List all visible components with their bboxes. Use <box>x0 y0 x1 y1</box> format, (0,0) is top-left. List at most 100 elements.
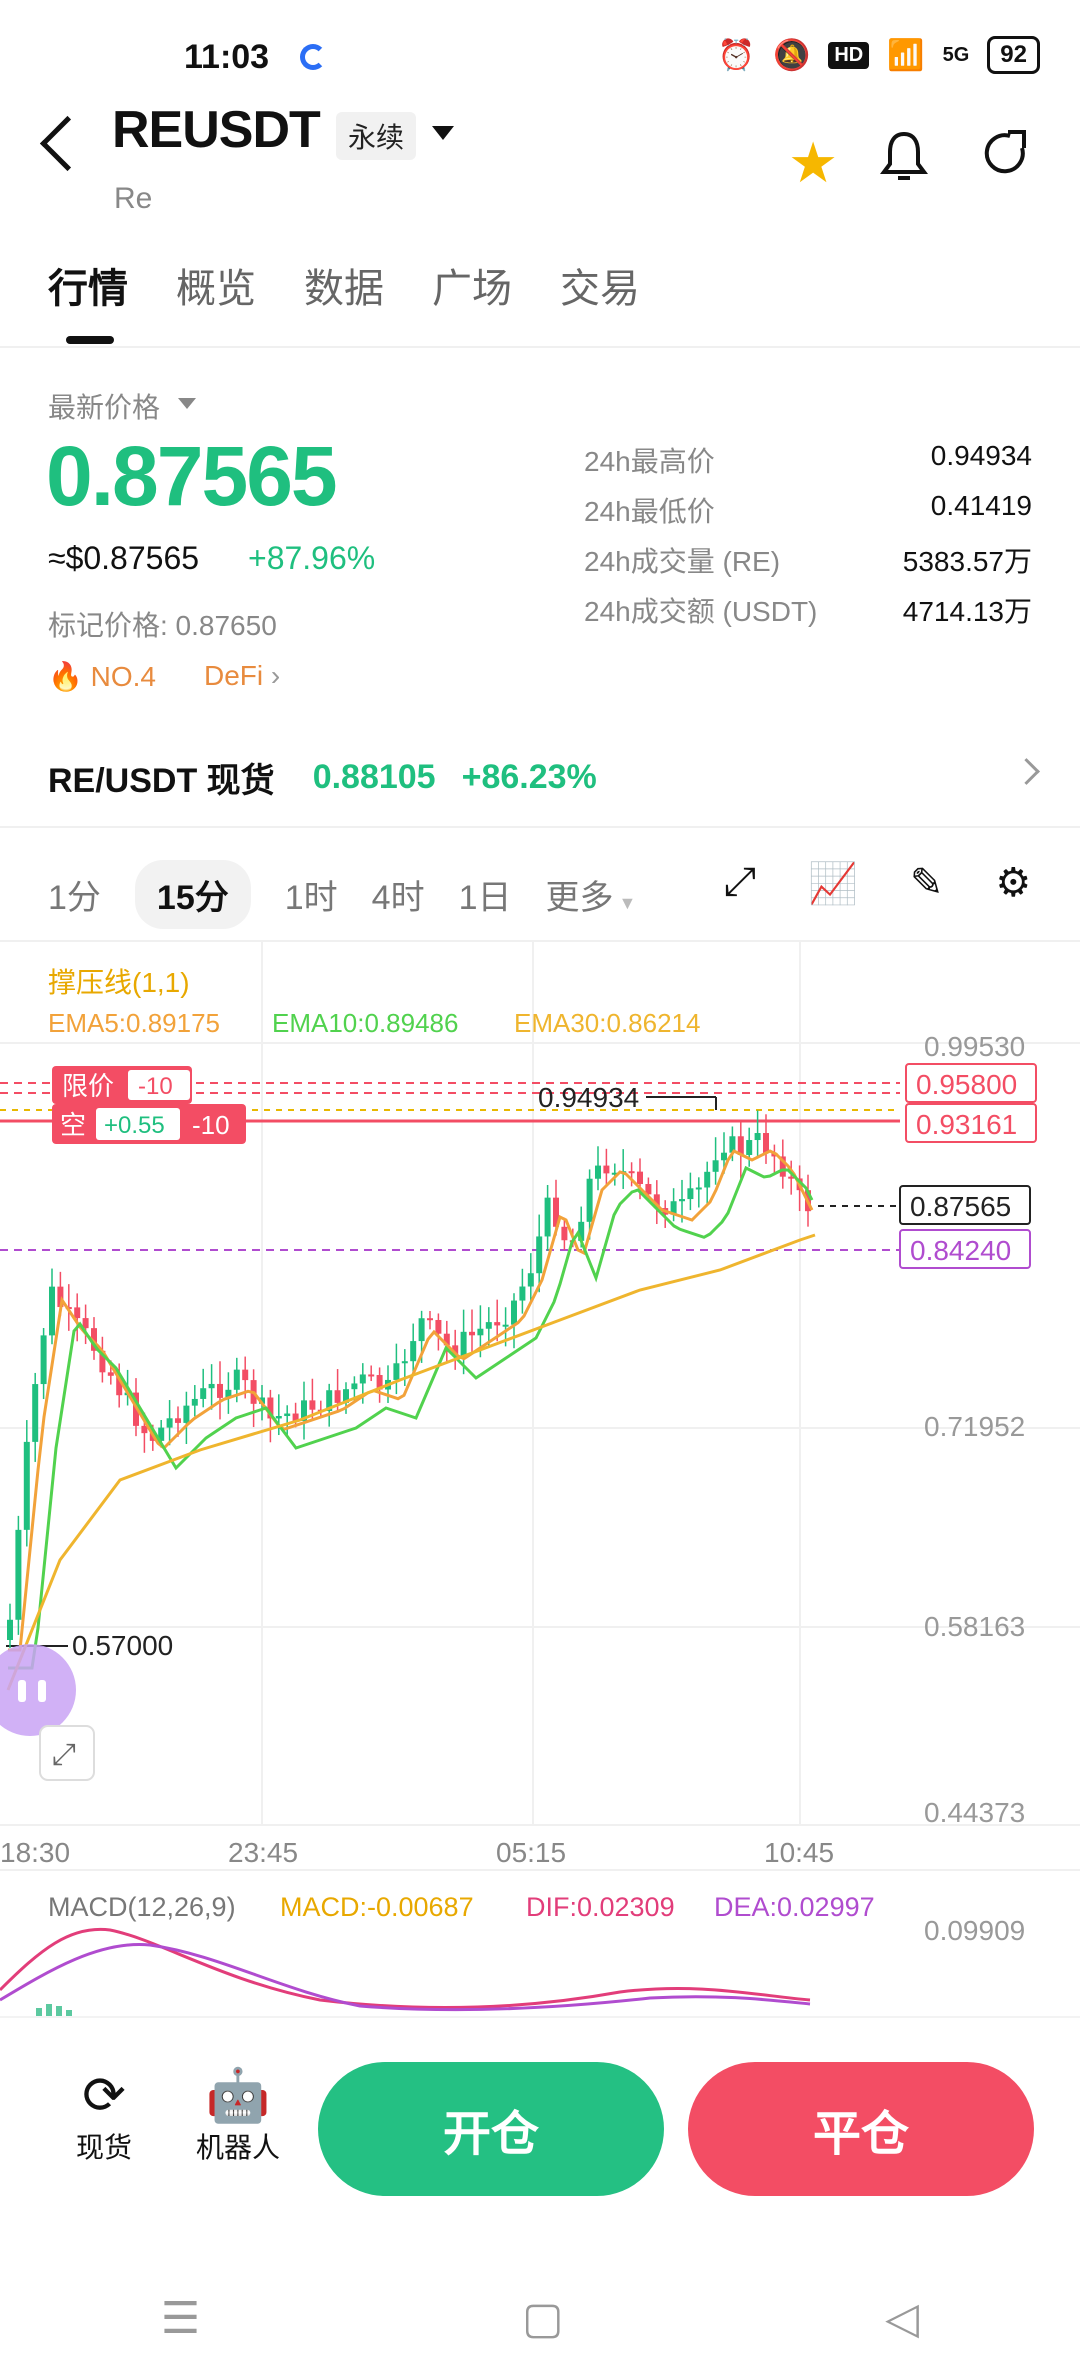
macd-axis-label: 0.09909 <box>924 1915 1025 1946</box>
settings-hex-icon[interactable]: ⚙ <box>995 860 1031 907</box>
contract-type-badge[interactable]: 永续 <box>336 112 417 160</box>
dea-line <box>0 1942 811 2012</box>
tab-overview[interactable]: 概览 <box>176 256 256 314</box>
back-nav-icon[interactable]: ◁ <box>885 2293 919 2344</box>
category-tag[interactable]: DeFi › <box>204 660 280 692</box>
main-tabs: 行情 概览 数据 广场 交易 <box>48 256 640 314</box>
candle-body <box>494 1322 501 1326</box>
candle-body <box>460 1331 467 1357</box>
rank-tag[interactable]: 🔥 NO.4 <box>48 660 156 693</box>
candle-body <box>763 1133 769 1153</box>
tab-market[interactable]: 行情 <box>48 256 128 314</box>
candle-body <box>469 1331 475 1336</box>
refresh-share-icon[interactable] <box>980 128 1032 192</box>
candle-body <box>359 1374 366 1384</box>
low-marker: 0.57000 <box>72 1630 173 1661</box>
candle-body <box>23 1441 30 1530</box>
candle-body <box>477 1328 484 1336</box>
divider <box>0 346 1080 348</box>
ema30-line <box>6 1233 816 1691</box>
candle-body <box>511 1300 517 1325</box>
home-icon[interactable]: ▢ <box>522 2293 564 2344</box>
mark-price: 标记价格: 0.87650 <box>48 610 277 641</box>
price-level-tag: 0.95800 <box>916 1069 1017 1100</box>
candle-body <box>200 1388 207 1399</box>
price-axis-label: 0.58163 <box>924 1611 1025 1642</box>
star-icon[interactable]: ★ <box>788 130 838 196</box>
menu-icon[interactable]: ☰ <box>161 2293 200 2344</box>
candle-body <box>401 1361 408 1364</box>
battery-icon: 92 <box>987 36 1040 74</box>
ema10-line <box>8 1165 814 1670</box>
candle-body <box>410 1341 417 1362</box>
ema5-line <box>8 1149 814 1652</box>
short-label: 空 <box>60 1110 86 1140</box>
symbol-title[interactable]: REUSDT <box>112 100 321 160</box>
price-axis-label: 0.71952 <box>924 1411 1025 1442</box>
interval-more[interactable]: 更多 ▼ <box>546 870 637 919</box>
draw-pen-icon[interactable]: ✎ <box>910 860 944 907</box>
chevron-right-icon: › <box>270 660 281 691</box>
interval-1h[interactable]: 1时 <box>285 870 338 919</box>
robot-nav-label: 机器人 <box>195 2132 280 2163</box>
kline-chart[interactable]: 撑压线(1,1) EMA5:0.89175 EMA10:0.89486 EMA3… <box>0 940 1080 2040</box>
short-qty: -10 <box>192 1110 230 1140</box>
robot-nav-button[interactable]: 🤖 机器人 <box>188 2066 288 2166</box>
latest-price-label[interactable]: 最新价格 <box>48 386 160 426</box>
candle-body <box>519 1286 526 1301</box>
candle-body <box>536 1236 543 1274</box>
ema5-label: EMA5:0.89175 <box>48 1008 220 1038</box>
candle-body <box>393 1363 400 1380</box>
short-position-tag[interactable]: 空 +0.55 -10 <box>52 1104 246 1144</box>
interval-1d[interactable]: 1日 <box>459 870 512 919</box>
stat-row: 24h最高价 0.94934 <box>584 440 1032 490</box>
spot-change: +86.23% <box>461 757 597 796</box>
interval-15m[interactable]: 15分 <box>134 860 251 929</box>
candle-body <box>687 1188 694 1200</box>
ema30-label: EMA30:0.86214 <box>514 1008 700 1038</box>
candle-body <box>175 1418 181 1423</box>
spot-price: 0.88105 <box>312 757 436 796</box>
candle-body <box>695 1187 702 1190</box>
candle-body <box>242 1369 249 1381</box>
stat-value: 0.94934 <box>930 440 1032 471</box>
candle-body <box>502 1324 509 1327</box>
interval-more-label: 更多 <box>545 879 614 917</box>
candle-body <box>637 1171 643 1185</box>
chart-fullscreen-icon[interactable]: ⤢ <box>724 860 756 907</box>
open-position-button[interactable]: 开仓 <box>318 2062 664 2196</box>
candle-body <box>74 1307 81 1319</box>
tab-trade[interactable]: 交易 <box>560 256 640 314</box>
mute-icon: 🔕 <box>773 38 811 72</box>
close-position-button[interactable]: 平仓 <box>688 2062 1034 2196</box>
tab-data[interactable]: 数据 <box>304 256 384 314</box>
wifi-icon: 📶 <box>887 38 925 72</box>
spot-link-row[interactable]: RE/USDT 现货 0.88105 +86.23% <box>48 752 1032 802</box>
limit-order-label: 限价 <box>62 1071 114 1101</box>
bell-icon[interactable] <box>880 128 928 196</box>
indicator-icon[interactable]: 📈 <box>808 860 858 907</box>
time-axis-label: 23:45 <box>228 1837 298 1868</box>
candle-body <box>435 1319 442 1334</box>
category-label: DeFi <box>204 660 264 691</box>
interval-1m[interactable]: 1分 <box>48 870 101 919</box>
dif-value: DIF:0.02309 <box>526 1892 675 1922</box>
candle-body <box>418 1318 425 1342</box>
chevron-down-icon[interactable] <box>432 126 454 140</box>
candle-body <box>603 1165 610 1174</box>
back-icon[interactable] <box>39 115 96 172</box>
status-icons: ⏰ 🔕 HD 📶 5G 92 <box>718 36 1040 74</box>
candle-body <box>275 1416 282 1419</box>
limit-order-tag[interactable]: 限价 -10 <box>52 1066 192 1104</box>
tab-square[interactable]: 广场 <box>432 256 512 314</box>
price-level-tag: 0.93161 <box>916 1109 1017 1140</box>
stat-value: 0.41419 <box>930 490 1032 521</box>
spot-nav-button[interactable]: ⟳ 现货 <box>64 2066 144 2166</box>
candle-body <box>49 1286 55 1336</box>
macd-title: MACD(12,26,9) <box>48 1892 236 1922</box>
kline-svg[interactable]: 撑压线(1,1) EMA5:0.89175 EMA10:0.89486 EMA3… <box>0 940 1080 2040</box>
dea-value: DEA:0.02997 <box>714 1892 875 1922</box>
caret-down-icon[interactable] <box>178 398 196 409</box>
interval-4h[interactable]: 4时 <box>372 870 425 919</box>
spot-name: RE/USDT 现货 <box>48 761 275 800</box>
